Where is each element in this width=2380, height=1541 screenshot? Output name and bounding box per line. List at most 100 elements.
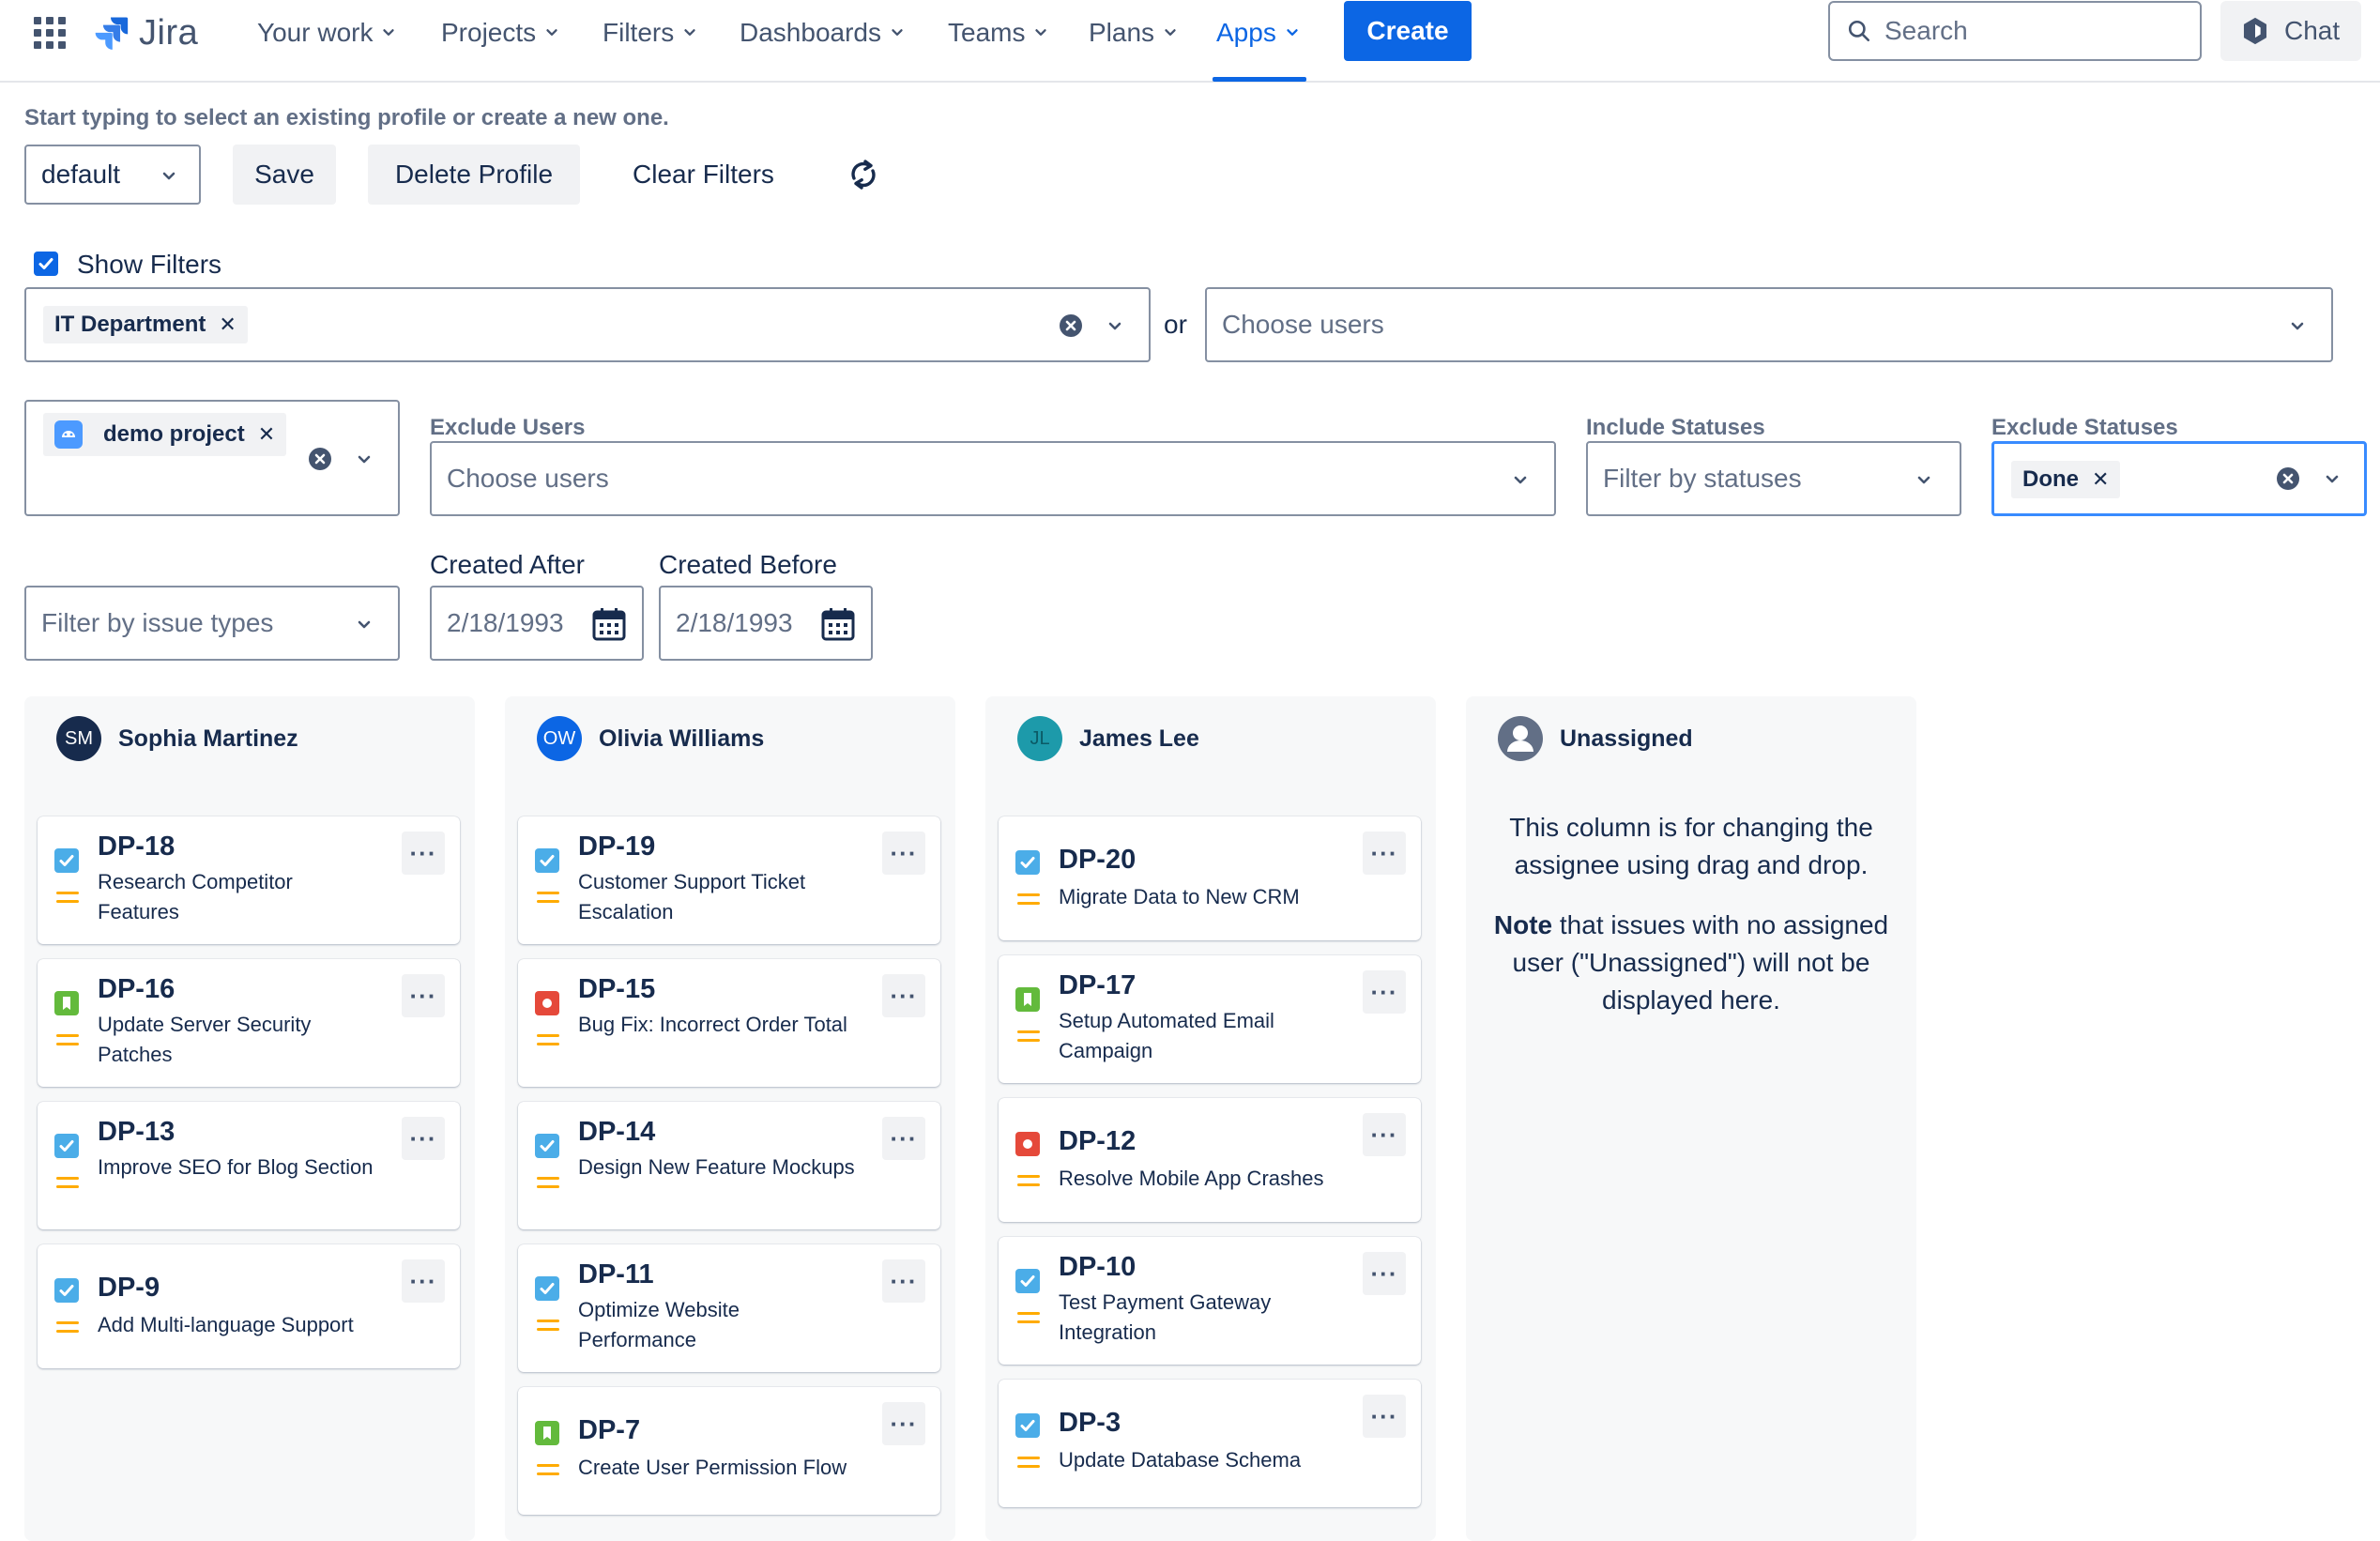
- nav-projects[interactable]: Projects: [441, 13, 560, 53]
- more-actions-button[interactable]: ···: [882, 1402, 925, 1445]
- clear-filters-button[interactable]: Clear Filters: [633, 145, 774, 205]
- chevron-down-icon[interactable]: [355, 616, 374, 634]
- profile-select[interactable]: default: [24, 145, 201, 205]
- nav-dashboards[interactable]: Dashboards: [740, 13, 906, 53]
- issue-card[interactable]: DP-12 Resolve Mobile App Crashes ···: [999, 1098, 1421, 1222]
- more-actions-button[interactable]: ···: [402, 974, 445, 1017]
- search-input[interactable]: [1884, 16, 2185, 46]
- issue-card[interactable]: DP-11 Optimize Website Performance ···: [518, 1244, 940, 1372]
- exclude-users-select[interactable]: Choose users: [430, 441, 1556, 516]
- issue-card[interactable]: DP-17 Setup Automated Email Campaign ···: [999, 955, 1421, 1083]
- chevron-down-icon[interactable]: [1106, 317, 1124, 336]
- created-after-input[interactable]: 2/18/1993: [430, 586, 644, 661]
- nav-plans[interactable]: Plans: [1089, 13, 1179, 53]
- more-actions-button[interactable]: ···: [882, 832, 925, 875]
- priority-medium-icon: [1017, 1030, 1040, 1042]
- issue-card[interactable]: DP-16 Update Server Security Patches ···: [38, 959, 460, 1087]
- issue-card[interactable]: DP-9 Add Multi-language Support ···: [38, 1244, 460, 1368]
- clear-icon[interactable]: [2276, 466, 2300, 491]
- created-after-value: 2/18/1993: [447, 608, 564, 637]
- more-actions-button[interactable]: ···: [402, 832, 445, 875]
- created-before-input[interactable]: 2/18/1993: [659, 586, 873, 661]
- more-actions-button[interactable]: ···: [882, 1117, 925, 1160]
- chevron-down-icon[interactable]: [2323, 470, 2342, 489]
- issue-key[interactable]: DP-20: [1059, 845, 1136, 876]
- issue-summary: Test Payment Gateway Integration: [1059, 1290, 1272, 1344]
- issue-card[interactable]: DP-14 Design New Feature Mockups ···: [518, 1102, 940, 1229]
- calendar-icon[interactable]: [591, 606, 627, 642]
- issue-summary: Design New Feature Mockups: [578, 1155, 855, 1179]
- users-select[interactable]: Choose users: [1205, 287, 2333, 362]
- tag-done-label: Done: [2022, 466, 2079, 492]
- issue-card[interactable]: DP-3 Update Database Schema ···: [999, 1380, 1421, 1507]
- groups-select[interactable]: IT Department ✕: [24, 287, 1151, 362]
- clear-icon[interactable]: [1059, 313, 1083, 338]
- chevron-down-icon[interactable]: [1915, 471, 1933, 490]
- nav-apps[interactable]: Apps: [1216, 13, 1301, 53]
- issue-key[interactable]: DP-19: [578, 832, 655, 862]
- issue-key[interactable]: DP-9: [98, 1273, 160, 1304]
- issue-card[interactable]: DP-15 Bug Fix: Incorrect Order Total ···: [518, 959, 940, 1087]
- delete-profile-button[interactable]: Delete Profile: [368, 145, 580, 205]
- remove-tag-icon[interactable]: ✕: [2092, 467, 2109, 492]
- chevron-down-icon[interactable]: [355, 450, 374, 469]
- tag-it-department-label: IT Department: [54, 312, 206, 337]
- remove-tag-icon[interactable]: ✕: [219, 313, 236, 337]
- include-statuses-select[interactable]: Filter by statuses: [1586, 441, 1961, 516]
- nav-filters[interactable]: Filters: [603, 13, 698, 53]
- bug-icon: [1015, 1132, 1040, 1156]
- issue-summary: Bug Fix: Incorrect Order Total: [578, 1013, 847, 1036]
- task-icon: [54, 1134, 79, 1158]
- issue-key[interactable]: DP-12: [1059, 1126, 1136, 1157]
- issue-key[interactable]: DP-18: [98, 832, 175, 862]
- board-column: JL James Lee DP-20 Migrate Data to New C…: [985, 696, 1436, 1541]
- nav-your-work[interactable]: Your work: [257, 13, 397, 53]
- issue-key[interactable]: DP-3: [1059, 1408, 1121, 1439]
- jira-logo[interactable]: Jira: [90, 9, 198, 56]
- issue-key[interactable]: DP-11: [578, 1259, 654, 1290]
- issue-key[interactable]: DP-10: [1059, 1252, 1136, 1283]
- issue-summary: Create User Permission Flow: [578, 1456, 847, 1479]
- app-switcher-icon[interactable]: [34, 17, 66, 49]
- issue-key[interactable]: DP-14: [578, 1117, 655, 1148]
- chat-button[interactable]: Chat: [2220, 1, 2361, 61]
- project-select[interactable]: demo project ✕: [24, 400, 400, 516]
- exclude-statuses-select[interactable]: Done ✕: [1991, 441, 2367, 516]
- chevron-down-icon[interactable]: [2288, 317, 2307, 336]
- issue-card[interactable]: DP-18 Research Competitor Features ···: [38, 816, 460, 944]
- exclude-users-placeholder: Choose users: [447, 464, 609, 493]
- issue-key[interactable]: DP-7: [578, 1415, 640, 1446]
- issue-types-select[interactable]: Filter by issue types: [24, 586, 400, 661]
- clear-icon[interactable]: [308, 447, 332, 471]
- issue-key[interactable]: DP-17: [1059, 970, 1136, 1001]
- show-filters-checkbox[interactable]: [34, 252, 58, 276]
- issue-card[interactable]: DP-19 Customer Support Ticket Escalation…: [518, 816, 940, 944]
- save-button[interactable]: Save: [233, 145, 336, 205]
- chevron-down-icon[interactable]: [1511, 471, 1530, 490]
- more-actions-button[interactable]: ···: [1363, 832, 1406, 875]
- issue-card[interactable]: DP-13 Improve SEO for Blog Section ···: [38, 1102, 460, 1229]
- issue-key[interactable]: DP-15: [578, 974, 655, 1005]
- more-actions-button[interactable]: ···: [882, 1259, 925, 1303]
- more-actions-button[interactable]: ···: [1363, 1113, 1406, 1156]
- refresh-icon[interactable]: [845, 156, 882, 193]
- more-actions-button[interactable]: ···: [1363, 1395, 1406, 1438]
- more-actions-button[interactable]: ···: [402, 1259, 445, 1303]
- more-actions-button[interactable]: ···: [1363, 970, 1406, 1014]
- more-actions-button[interactable]: ···: [402, 1117, 445, 1160]
- issue-card[interactable]: DP-20 Migrate Data to New CRM ···: [999, 816, 1421, 940]
- more-actions-button[interactable]: ···: [882, 974, 925, 1017]
- remove-tag-icon[interactable]: ✕: [258, 422, 275, 447]
- more-actions-button[interactable]: ···: [1363, 1252, 1406, 1295]
- issue-card[interactable]: DP-7 Create User Permission Flow ···: [518, 1387, 940, 1515]
- issue-key[interactable]: DP-13: [98, 1117, 175, 1148]
- issue-card[interactable]: DP-10 Test Payment Gateway Integration ·…: [999, 1237, 1421, 1365]
- nav-teams[interactable]: Teams: [948, 13, 1049, 53]
- create-button[interactable]: Create: [1344, 1, 1472, 61]
- priority-medium-icon: [537, 892, 559, 903]
- search-box[interactable]: [1828, 1, 2202, 61]
- include-statuses-placeholder: Filter by statuses: [1603, 464, 1802, 493]
- issue-key[interactable]: DP-16: [98, 974, 175, 1005]
- issue-summary: Setup Automated Email Campaign: [1059, 1009, 1274, 1062]
- calendar-icon[interactable]: [820, 606, 856, 642]
